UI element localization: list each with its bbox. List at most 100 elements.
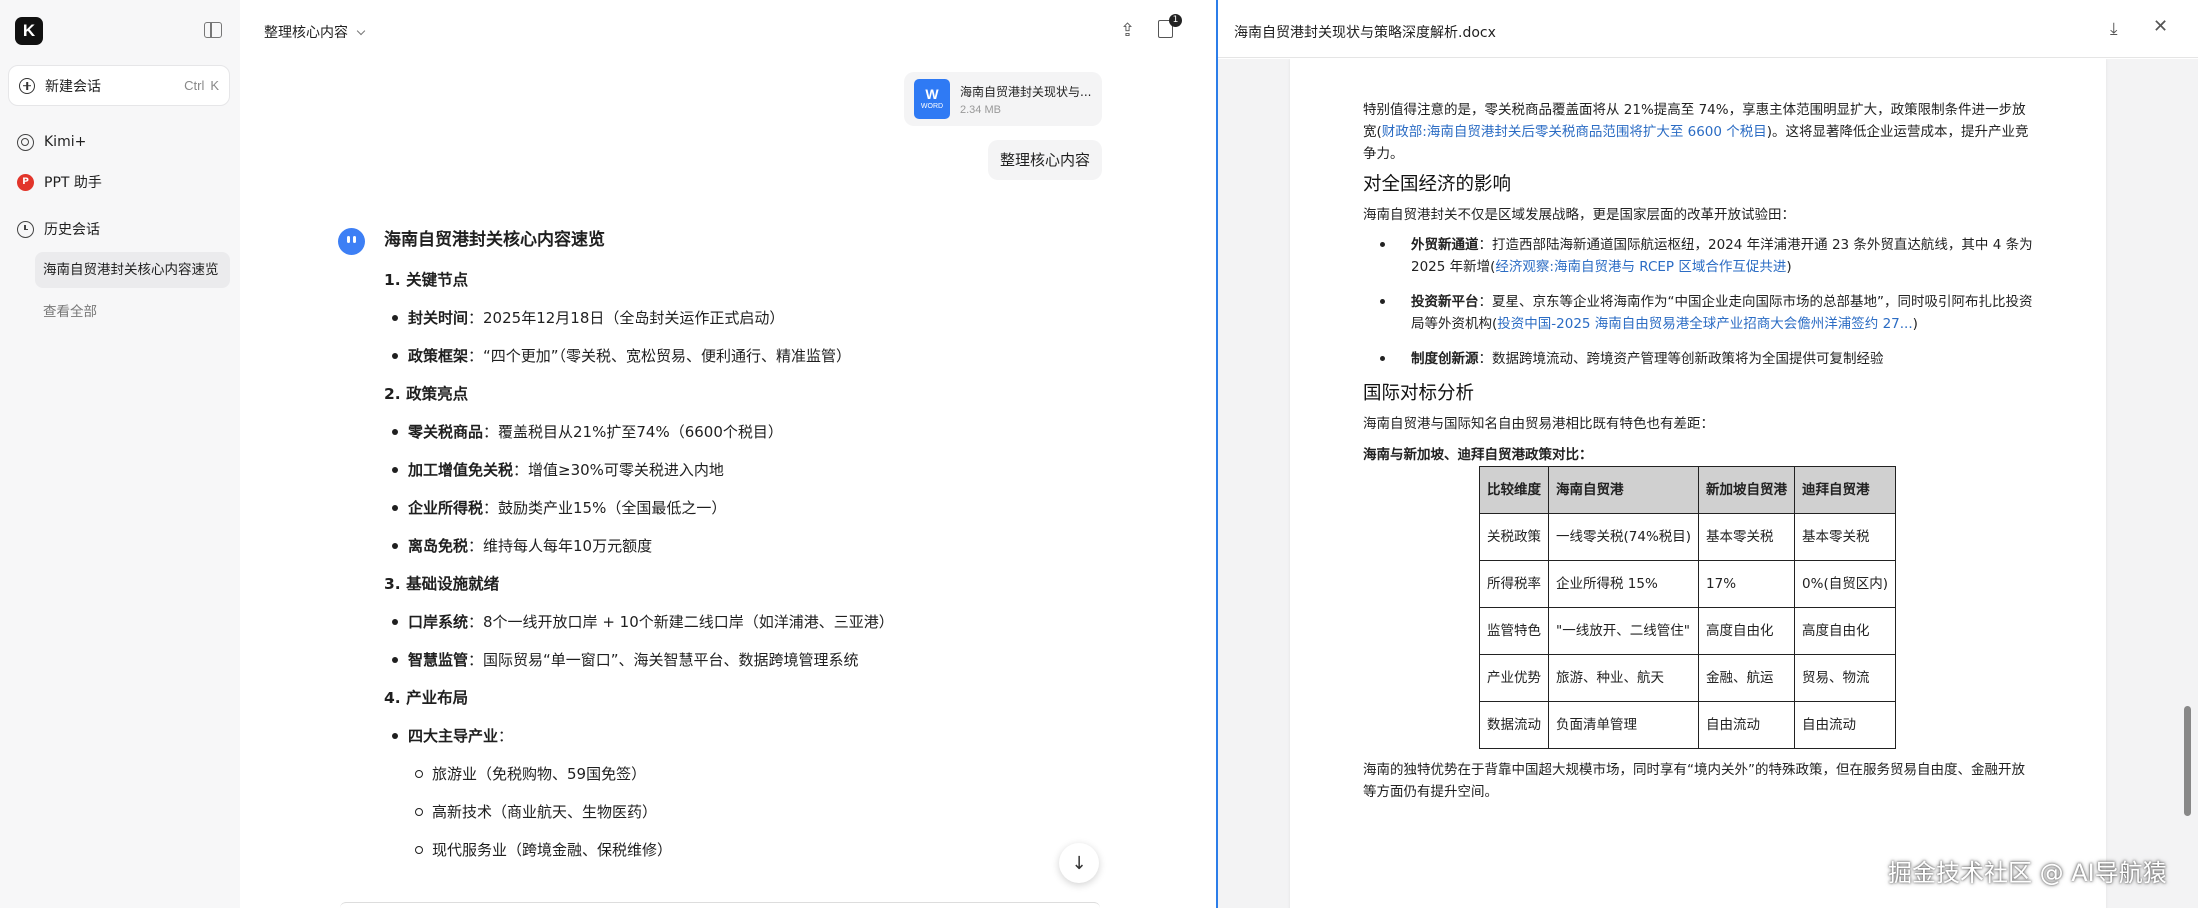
item-label: 企业所得税 — [408, 499, 484, 517]
list-item: 离岛免税：维持每人每年10万元额度 — [384, 527, 1104, 565]
section-heading: 3. 基础设施就绪 — [384, 575, 500, 593]
item-text: ：2025年12月18日（全岛封关运作正式启动） — [468, 309, 785, 327]
assistant-avatar — [338, 228, 365, 255]
new-chat-label: 新建会话 — [45, 78, 101, 95]
table-cell: 基本零关税 — [1794, 513, 1896, 561]
list-item: 封关时间：2025年12月18日（全岛封关运作正式启动） — [384, 299, 1104, 337]
doc-bullet: 外贸新通道：打造西部陆海新通道国际航运枢纽，2024 年洋浦港开通 23 条外贸… — [1363, 234, 2035, 278]
table-row: 监管特色 "一线放开、二线管住" 高度自由化 高度自由化 — [1479, 607, 1896, 655]
sidebar-collapse-icon[interactable] — [204, 22, 222, 38]
doc-text: ) — [1912, 316, 1918, 332]
word-file-icon: W WORD — [914, 79, 950, 119]
new-chat-button[interactable]: 新建会话 Ctrl K — [8, 65, 230, 106]
document-page: 特别值得注意的是，零关税商品覆盖面将从 21%提高至 74%，享惠主体范围明显扩… — [1290, 59, 2106, 908]
doc-heading: 对全国经济的影响 — [1363, 174, 1512, 195]
kimi-logo[interactable]: K — [15, 17, 43, 45]
close-icon[interactable]: ✕ — [2153, 16, 2168, 37]
item-text: ：增值≥30%可零关税进入内地 — [513, 461, 724, 479]
sidebar-item-kimi-plus[interactable]: Kimi+ — [8, 125, 230, 159]
list-item: 口岸系统：8个一线开放口岸 + 10个新建二线口岸（如洋浦港、三亚港） — [384, 603, 1104, 641]
sidebar: K 新建会话 Ctrl K Kimi+ P PPT 助手 历史会话 海南自贸港封… — [0, 0, 240, 908]
document-preview-panel: 海南自贸港封关现状与策略深度解析.docx ✕ 特别值得注意的是，零关税商品覆盖… — [1216, 0, 2198, 908]
doc-link[interactable]: 经济观察:海南自贸港与 RCEP 区域合作互促共进 — [1495, 259, 1786, 275]
item-label: 零关税商品 — [408, 423, 484, 441]
answer-title: 海南自贸港封关核心内容速览 — [384, 230, 605, 250]
chat-title-dropdown[interactable]: 整理核心内容 — [264, 22, 366, 42]
history-item[interactable]: 海南自贸港封关核心内容速览 — [35, 252, 230, 288]
sidebar-item-label: Kimi+ — [44, 134, 87, 150]
item-text: ：鼓励类产业15%（全国最低之一） — [483, 499, 727, 517]
table-header: 海南自贸港 — [1547, 466, 1700, 514]
table-cell: 高度自由化 — [1794, 607, 1896, 655]
word-icon-type: WORD — [920, 103, 944, 110]
assistant-answer: 海南自贸港封关核心内容速览 1. 关键节点 封关时间：2025年12月18日（全… — [384, 222, 1104, 869]
bullet-label: 投资新平台 — [1411, 294, 1479, 310]
item-text: ：国际贸易“单一窗口”、海关智慧平台、数据跨境管理系统 — [468, 651, 859, 669]
table-cell: 高度自由化 — [1698, 607, 1796, 655]
shortcut-mod: Ctrl — [184, 78, 205, 93]
document-scrollbar[interactable] — [2184, 706, 2191, 816]
table-cell: 所得税率 — [1479, 560, 1549, 608]
table-cell: 自由流动 — [1698, 701, 1796, 749]
chevron-down-icon — [356, 26, 366, 35]
item-label: 政策框架 — [408, 347, 469, 365]
doc-bullet: 投资新平台：夏星、京东等企业将海南作为“中国企业走向国际市场的总部基地”，同时吸… — [1363, 291, 2035, 335]
item-text: ：8个一线开放口岸 + 10个新建二线口岸（如洋浦港、三亚港） — [468, 613, 894, 631]
item-label: 四大主导产业 — [408, 727, 499, 745]
doc-paragraph: 特别值得注意的是，零关税商品覆盖面将从 21%提高至 74%，享惠主体范围明显扩… — [1363, 99, 2035, 165]
doc-bullet: 制度创新源：数据跨境流动、跨境资产管理等创新政策将为全国提供可复制经验 — [1363, 348, 2035, 370]
table-header: 比较维度 — [1479, 466, 1549, 514]
doc-paragraph: 海南自贸港封关不仅是区域发展战略，更是国家层面的改革开放试验田： — [1363, 207, 1795, 223]
table-cell: 自由流动 — [1794, 701, 1896, 749]
watermark-text: 掘金技术社区 @ AI导航猿 — [1888, 859, 2167, 887]
document-title: 海南自贸港封关现状与策略深度解析.docx — [1234, 25, 1496, 41]
chat-panel: 整理核心内容 ⇪ 1 W WORD 海南自贸港封关现状与... 2.34 MB … — [240, 0, 1216, 908]
download-icon[interactable] — [2110, 19, 2128, 37]
sub-list-item: 现代服务业（跨境金融、保税维修） — [384, 831, 1104, 869]
item-text: ： — [498, 727, 514, 745]
table-cell: 一线零关税(74%税目) — [1547, 513, 1700, 561]
sidebar-item-label: PPT 助手 — [44, 175, 102, 191]
attached-file-card[interactable]: W WORD 海南自贸港封关现状与... 2.34 MB — [904, 72, 1102, 126]
sidebar-item-history[interactable]: 历史会话 — [8, 212, 230, 246]
item-text: ：“四个更加”（零关税、宽松贸易、便利通行、精准监管） — [468, 347, 852, 365]
doc-link[interactable]: 财政部:海南自贸港封关后零关税商品范围将扩大至 6600 个税目 — [1382, 124, 1767, 140]
arrow-down-icon: ↓ — [1071, 852, 1087, 874]
document-content: 特别值得注意的是，零关税商品覆盖面将从 21%提高至 74%，享惠主体范围明显扩… — [1363, 99, 2035, 803]
sidebar-item-ppt-assistant[interactable]: P PPT 助手 — [8, 165, 230, 199]
item-text: ：覆盖税目从21%扩至74%（6600个税目） — [483, 423, 783, 441]
table-cell: 监管特色 — [1479, 607, 1549, 655]
comparison-table: 比较维度 海南自贸港 新加坡自贸港 迪拜自贸港 关税政策 一线零关税(74%税目… — [1479, 466, 1896, 749]
list-item: 智慧监管：国际贸易“单一窗口”、海关智慧平台、数据跨境管理系统 — [384, 641, 1104, 679]
table-cell: 关税政策 — [1479, 513, 1549, 561]
table-cell: 金融、航运 — [1698, 654, 1796, 702]
list-item: 加工增值免关税：增值≥30%可零关税进入内地 — [384, 451, 1104, 489]
table-cell: 贸易、物流 — [1794, 654, 1896, 702]
section-heading: 1. 关键节点 — [384, 271, 469, 289]
plus-icon — [19, 77, 35, 94]
view-all-link[interactable]: 查看全部 — [43, 300, 97, 320]
sub-list-item: 旅游业（免税购物、59国免签） — [384, 755, 1104, 793]
file-info: 海南自贸港封关现状与... 2.34 MB — [960, 83, 1091, 116]
share-icon[interactable]: ⇪ — [1120, 20, 1135, 41]
table-header: 迪拜自贸港 — [1794, 466, 1896, 514]
doc-paragraph: 海南的独特优势在于背靠中国超大规模市场，同时享有“境内关外”的特殊政策，但在服务… — [1363, 762, 2025, 800]
table-cell: 17% — [1698, 560, 1796, 608]
item-label: 封关时间 — [408, 309, 469, 327]
document-canvas[interactable]: 特别值得注意的是，零关税商品覆盖面将从 21%提高至 74%，享惠主体范围明显扩… — [1218, 59, 2198, 908]
item-label: 智慧监管 — [408, 651, 469, 669]
list-item: 政策框架：“四个更加”（零关税、宽松贸易、便利通行、精准监管） — [384, 337, 1104, 375]
bullet-label: 外贸新通道 — [1411, 237, 1479, 253]
doc-heading: 国际对标分析 — [1363, 383, 1475, 404]
table-header-row: 比较维度 海南自贸港 新加坡自贸港 迪拜自贸港 — [1479, 466, 1896, 514]
table-title: 海南与新加坡、迪拜自贸港政策对比： — [1363, 447, 1593, 463]
section-heading: 2. 政策亮点 — [384, 385, 469, 403]
doc-link[interactable]: 投资中国-2025 海南自由贸易港全球产业招商大会儋州洋浦签约 27... — [1497, 316, 1912, 332]
table-cell: 产业优势 — [1479, 654, 1549, 702]
table-cell: 旅游、种业、航天 — [1547, 654, 1700, 702]
new-chat-shortcut: Ctrl K — [184, 78, 219, 93]
table-cell: 0%(自贸区内) — [1794, 560, 1896, 608]
table-row: 数据流动 负面清单管理 自由流动 自由流动 — [1479, 701, 1896, 749]
scroll-to-bottom-button[interactable]: ↓ — [1059, 843, 1099, 883]
table-row: 产业优势 旅游、种业、航天 金融、航运 贸易、物流 — [1479, 654, 1896, 702]
